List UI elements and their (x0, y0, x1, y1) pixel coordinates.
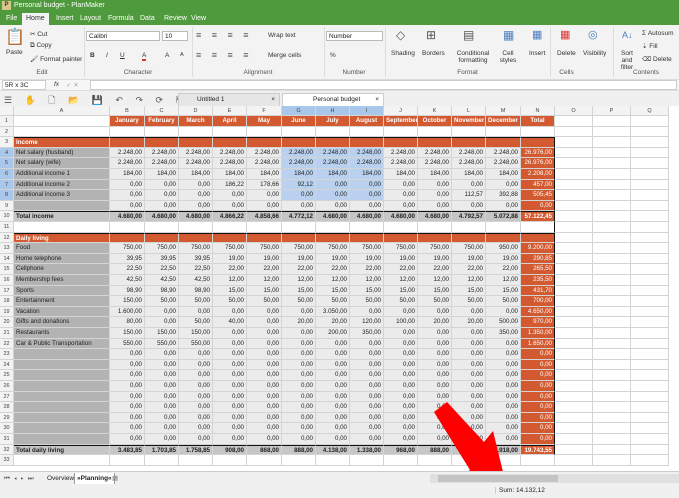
add-sheet-icon[interactable]: ▦ (110, 473, 120, 484)
red-arrow-icon (434, 402, 505, 480)
status-bar: Sum: 14.132,12 (0, 484, 679, 498)
sheet-tab-overview[interactable]: Overview (45, 473, 76, 484)
sheet-tabs-bar: ⏮◂▸⏭ Overview »Planning« ▦ (0, 471, 679, 485)
horizontal-scrollbar[interactable] (430, 474, 679, 483)
sheet-nav-buttons[interactable]: ⏮◂▸⏭ (2, 473, 40, 484)
scrollbar-thumb[interactable] (438, 475, 558, 482)
annotation-arrow (434, 402, 505, 480)
status-sum: Sum: 14.132,12 (495, 487, 545, 494)
